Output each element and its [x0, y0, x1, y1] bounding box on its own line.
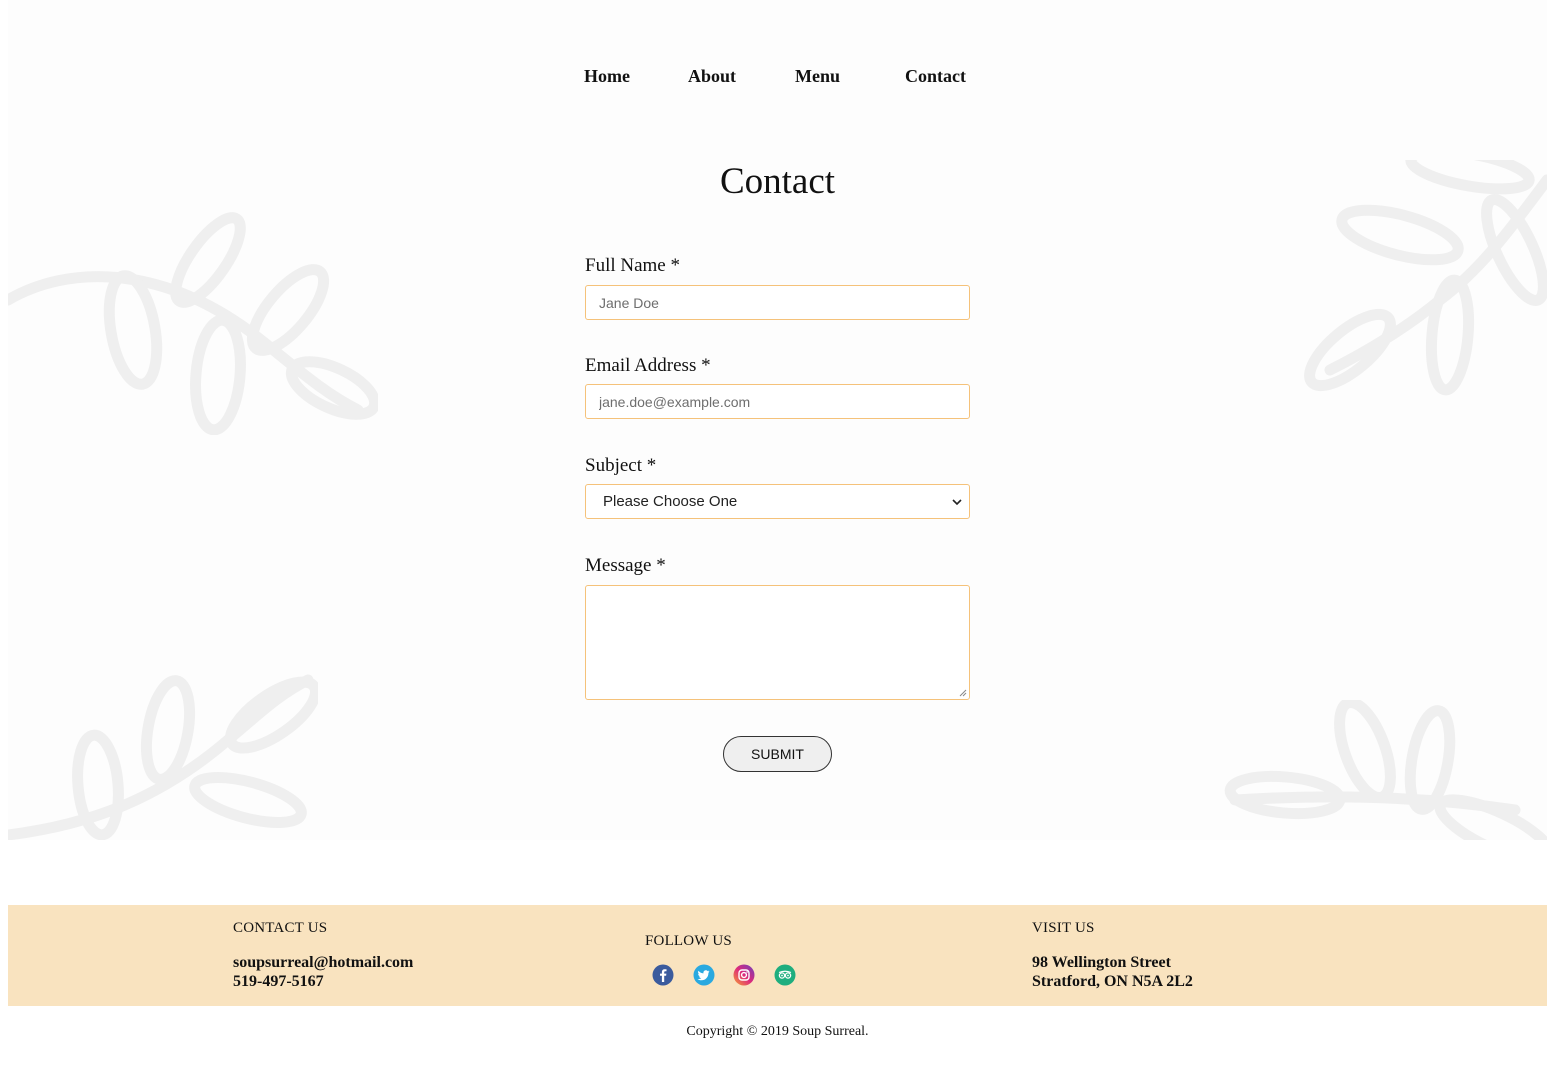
message-label: Message * [585, 555, 666, 576]
facebook-icon[interactable] [652, 964, 674, 986]
visit-us-heading: VISIT US [1032, 920, 1095, 936]
copyright-text: Copyright © 2019 Soup Surreal. [686, 1024, 869, 1039]
subject-select[interactable]: Please Choose One [585, 484, 970, 519]
full-name-label: Full Name * [585, 255, 680, 276]
page-title: Contact [719, 161, 836, 202]
footer: CONTACT US soupsurreal@hotmail.com 519-4… [8, 905, 1547, 1006]
chevron-down-icon [952, 499, 962, 506]
address-street: 98 Wellington Street [1032, 954, 1171, 971]
twitter-icon[interactable] [693, 964, 715, 986]
nav-link-contact[interactable]: Contact [905, 66, 966, 87]
message-textarea[interactable] [585, 585, 970, 700]
nav-link-home[interactable]: Home [584, 66, 630, 87]
follow-us-heading: FOLLOW US [645, 933, 732, 949]
submit-button[interactable]: SUBMIT [723, 736, 832, 772]
full-name-input[interactable] [585, 285, 970, 320]
page: Home About Menu Contact Contact Full Nam… [0, 0, 1555, 1065]
email-input[interactable] [585, 384, 970, 419]
resize-handle-icon[interactable] [958, 688, 967, 697]
address-city: Stratford, ON N5A 2L2 [1032, 973, 1193, 990]
contact-phone: 519-497-5167 [233, 973, 324, 990]
page-background [8, 0, 1547, 840]
instagram-icon[interactable] [733, 964, 755, 986]
subject-label: Subject * [585, 455, 657, 476]
nav-link-menu[interactable]: Menu [795, 66, 840, 87]
contact-email-link[interactable]: soupsurreal@hotmail.com [233, 953, 413, 972]
email-label: Email Address * [585, 355, 711, 376]
nav-link-about[interactable]: About [688, 66, 736, 87]
contact-us-heading: CONTACT US [233, 920, 328, 936]
tripadvisor-icon[interactable] [774, 964, 796, 986]
main-nav: Home About Menu Contact [0, 66, 1555, 92]
subject-select-value: Please Choose One [603, 493, 738, 510]
